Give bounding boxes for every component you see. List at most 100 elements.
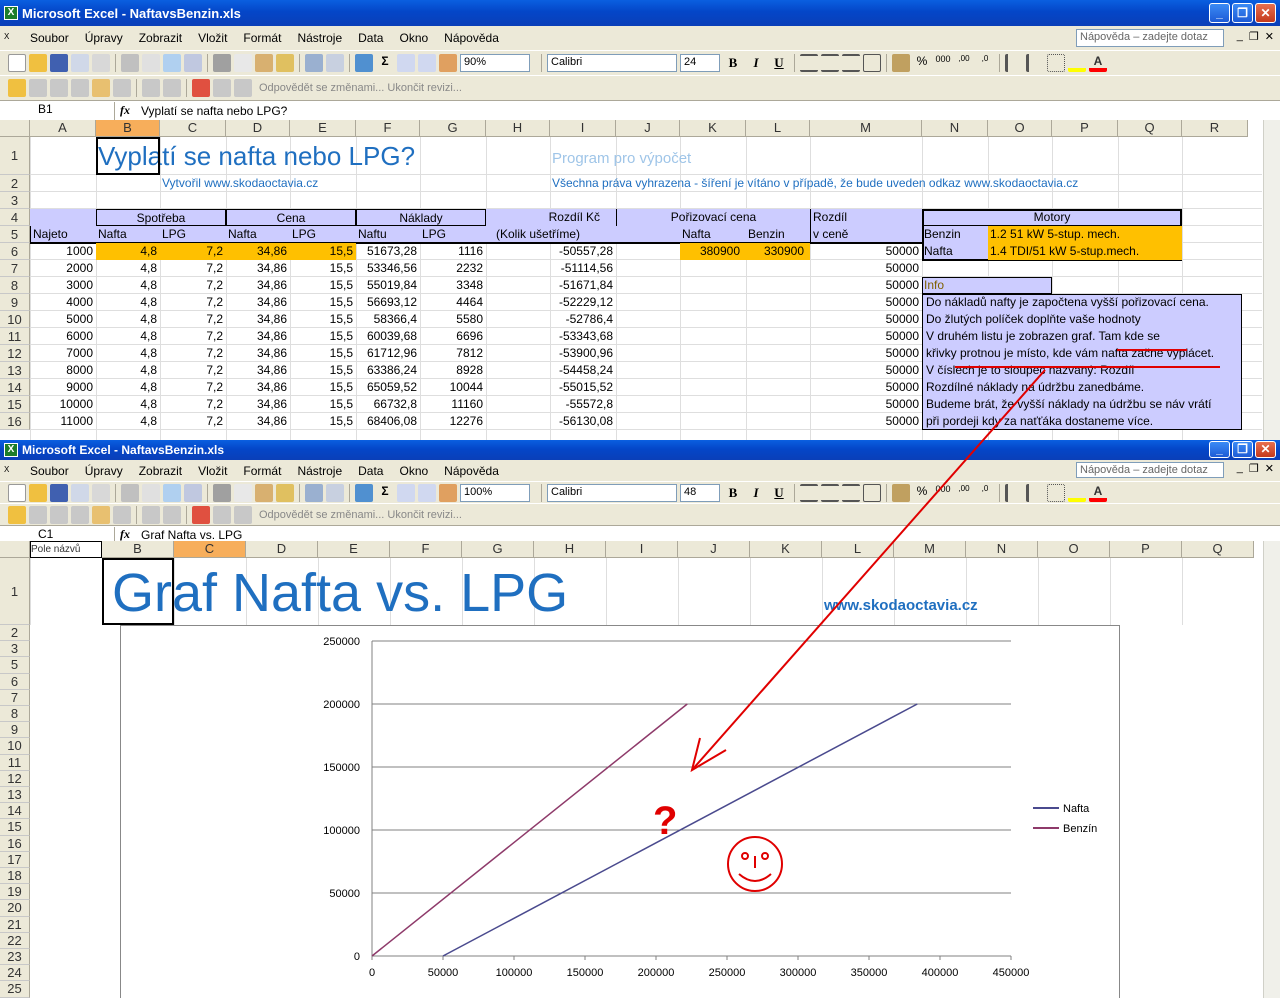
data-cell[interactable]: 34,86 [226,243,290,260]
permission-icon[interactable] [71,483,89,502]
maximize-button[interactable]: ❐ [1232,3,1253,23]
row-header-16[interactable]: 16 [0,835,30,852]
menu-soubor[interactable]: Soubor [22,464,77,478]
font-color-icon[interactable]: A [1089,54,1107,72]
data-cell[interactable]: 68406,08 [356,413,420,430]
document-icon[interactable]: X [4,465,16,477]
doc-close-icon[interactable]: ✕ [1265,30,1274,43]
data-cell[interactable]: 4,8 [96,328,160,345]
zoom-select[interactable]: 90% [460,54,530,72]
column-header-c[interactable]: C [160,120,226,137]
column-header-k[interactable]: K [680,120,746,137]
data-cell[interactable]: 4,8 [96,396,160,413]
data-cell[interactable]: 15,5 [290,345,356,362]
data-cell[interactable]: 11000 [30,413,96,430]
document-icon[interactable]: X [4,32,16,44]
row-header-6[interactable]: 6 [0,243,30,260]
spreadsheet-grid[interactable]: B C D E F G H I J K L M N O P Q Pole názvů 1 2 3 5 6 7 8 9 10 11 12… [0,541,1280,998]
data-cell[interactable]: -51671,84 [550,277,616,294]
data-cell[interactable]: 60039,68 [356,328,420,345]
row-header-11[interactable]: 11 [0,328,30,345]
row-header-9[interactable]: 9 [0,722,30,739]
bold-icon[interactable]: B [723,485,743,501]
column-header-i[interactable]: I [550,120,616,137]
data-cell[interactable]: 2000 [30,260,96,277]
data-cell[interactable]: 2232 [420,260,486,277]
data-cell[interactable]: 4,8 [96,413,160,430]
data-cell[interactable]: 7,2 [160,396,226,413]
help-search-input[interactable]: Nápověda – zadejte dotaz [1076,29,1224,47]
permission-icon[interactable] [71,54,89,72]
vertical-scrollbar[interactable] [1263,120,1280,440]
minimize-button[interactable]: _ [1209,3,1230,23]
data-cell[interactable]: 7,2 [160,413,226,430]
row-header-12[interactable]: 12 [0,345,30,362]
spelling-icon[interactable] [163,54,181,72]
column-header-j[interactable]: J [678,541,750,558]
row-header-1[interactable]: 1 [0,558,30,625]
increase-indent-icon[interactable] [1026,483,1044,502]
row-header-5[interactable]: 5 [0,226,30,243]
row-header-14[interactable]: 14 [0,803,30,820]
row-header-14[interactable]: 14 [0,379,30,396]
data-cell[interactable]: 7,2 [160,243,226,260]
close-button[interactable]: ✕ [1255,3,1276,23]
align-center-icon[interactable] [821,483,839,502]
data-cell[interactable]: 10000 [30,396,96,413]
review-icon-5[interactable] [113,505,131,524]
review-icon-1[interactable] [29,505,47,524]
data-cell[interactable]: 50000 [810,243,922,260]
menu-nastroje[interactable]: Nástroje [289,31,350,45]
data-cell[interactable]: -50557,28 [550,243,616,260]
row-header-22[interactable]: 22 [0,932,30,949]
data-cell[interactable]: 6000 [30,328,96,345]
chart-wizard-icon[interactable] [439,54,457,72]
italic-icon[interactable]: I [746,485,766,501]
menu-data[interactable]: Data [350,31,391,45]
new-icon[interactable] [8,54,26,72]
print-icon[interactable] [121,483,139,502]
review-icon-3[interactable] [71,505,89,524]
data-cell[interactable]: 63386,24 [356,362,420,379]
function-icon[interactable]: fx [115,103,135,118]
menu-vlozit[interactable]: Vložit [190,464,235,478]
row-header-4[interactable]: 4 [0,209,30,226]
data-cell[interactable]: 8000 [30,362,96,379]
save-icon[interactable] [50,54,68,72]
column-header-n[interactable]: N [922,120,988,137]
row-header-3[interactable]: 3 [0,192,30,209]
new-icon[interactable] [8,483,26,502]
select-all-corner[interactable] [0,120,30,137]
review-icon-5[interactable] [113,79,131,97]
data-cell[interactable]: 50000 [810,379,922,396]
review-icon-6[interactable] [142,79,160,97]
hyperlink-icon[interactable] [355,54,373,72]
align-left-icon[interactable] [800,483,818,502]
data-cell[interactable]: 7,2 [160,311,226,328]
data-cell[interactable]: 34,86 [226,260,290,277]
row-header-1[interactable]: 1 [0,137,30,175]
column-header-h[interactable]: H [486,120,550,137]
merge-center-icon[interactable] [863,54,881,72]
row-header-23[interactable]: 23 [0,949,30,966]
data-cell[interactable]: 15,5 [290,260,356,277]
data-cell[interactable]: 15,5 [290,243,356,260]
column-header-i[interactable]: I [606,541,678,558]
decrease-indent-icon[interactable] [1005,483,1023,502]
increase-indent-icon[interactable] [1026,54,1044,72]
open-icon[interactable] [29,54,47,72]
data-cell[interactable]: 15,5 [290,277,356,294]
decrease-decimal-icon[interactable]: ,0 [976,484,994,502]
review-icon-9[interactable] [234,79,252,97]
data-cell[interactable]: 11160 [420,396,486,413]
fill-color-icon[interactable] [1068,54,1086,72]
redo-icon[interactable] [326,54,344,72]
data-cell[interactable]: 4000 [30,294,96,311]
track-changes-icon[interactable] [192,79,210,97]
review-icon-7[interactable] [163,79,181,97]
menu-format[interactable]: Formát [235,464,289,478]
review-icon-9[interactable] [234,505,252,524]
data-cell[interactable]: 50000 [810,345,922,362]
data-cell[interactable]: 7,2 [160,362,226,379]
data-cell[interactable]: 50000 [810,362,922,379]
